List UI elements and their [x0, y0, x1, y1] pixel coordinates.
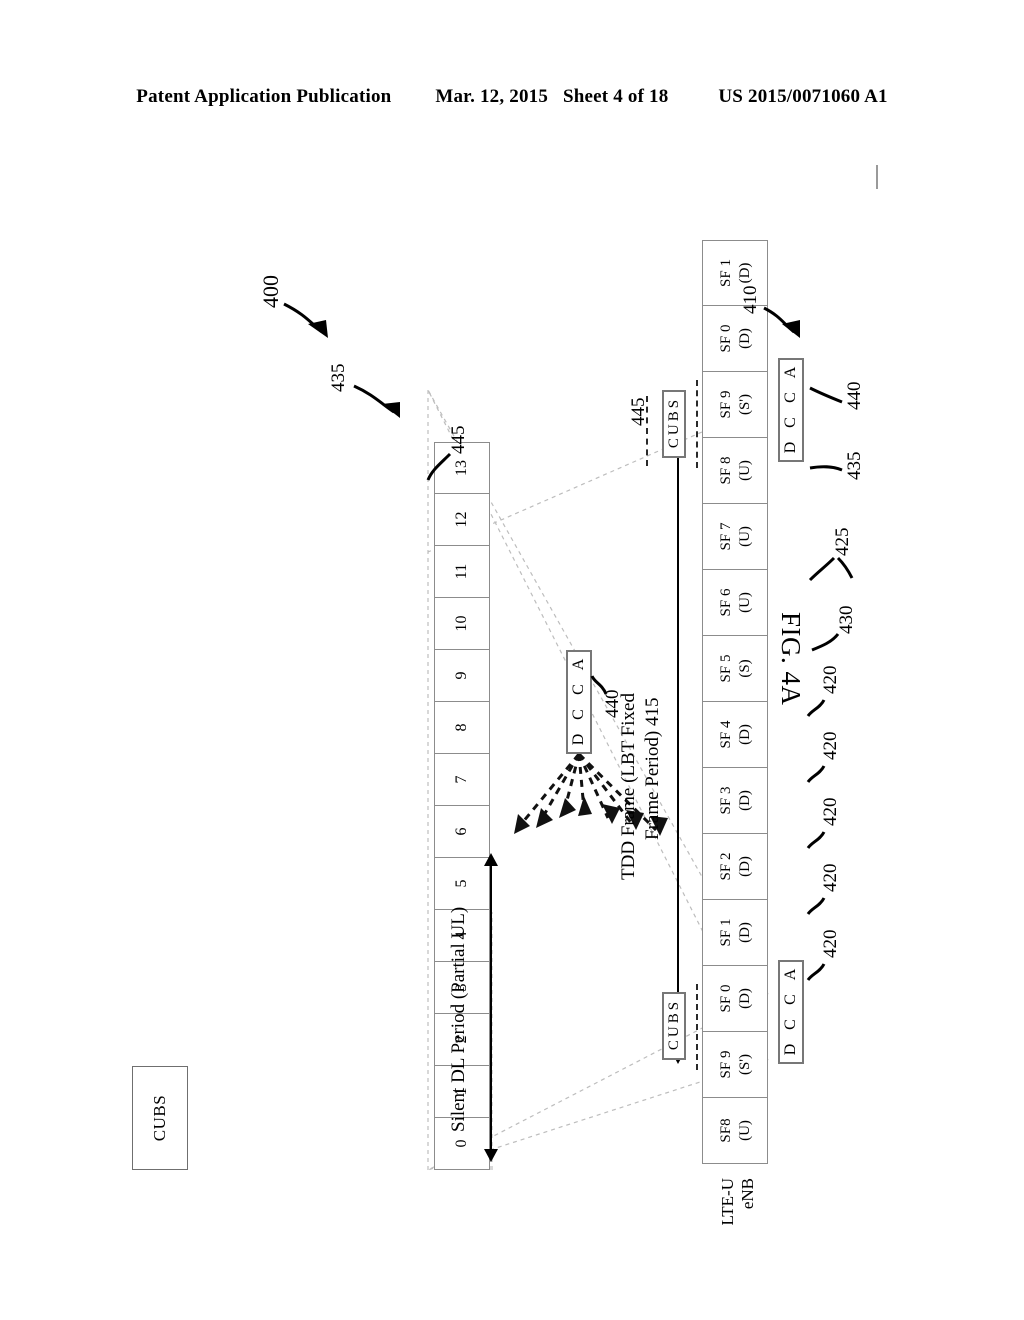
dcca-box-start: D C C A	[778, 960, 804, 1064]
dcca-cell-d[interactable]: D	[780, 1037, 802, 1062]
dcca-cell-c2[interactable]: C	[780, 385, 802, 410]
subframe-cell[interactable]: SF 9 (S')	[702, 372, 768, 438]
header-gap-1	[396, 86, 430, 108]
page-header: Patent Application Publication Mar. 12, …	[0, 86, 1024, 108]
subframe-cell[interactable]: SF 7 (U)	[702, 504, 768, 570]
symbol-cell[interactable]: 11	[434, 546, 490, 598]
cubs-small-start[interactable]: CUBS	[662, 992, 686, 1060]
header-gap-3	[673, 86, 713, 108]
node-label-line1: LTE-U	[718, 1178, 737, 1226]
subframe-name: SF 0	[718, 324, 734, 353]
ref-420-downlink: 420	[820, 731, 841, 761]
tdd-frame-label-line1: TDD Frame (LBT Fixed	[618, 693, 639, 880]
subframe-type: (S')	[736, 1053, 753, 1076]
ref-425-uplink: 425	[832, 527, 853, 557]
ref-420-downlink: 420	[820, 665, 841, 695]
dcca-cell-c2[interactable]: C	[568, 677, 590, 702]
dcca-cell-d[interactable]: D	[780, 435, 802, 460]
header-publication-label: Patent Application Publication	[136, 86, 392, 107]
symbol-cell[interactable]: 12	[434, 494, 490, 546]
subframe-cell[interactable]: SF 4 (D)	[702, 702, 768, 768]
dcca-cell-c1[interactable]: C	[780, 410, 802, 435]
dcca-cell-c1[interactable]: C	[568, 702, 590, 727]
dcca-expanded-box: D C C A	[566, 650, 592, 754]
dcca-cell-c1[interactable]: C	[780, 1012, 802, 1037]
ref-420-downlink: 420	[820, 797, 841, 827]
dcca-cell-a[interactable]: A	[780, 962, 802, 987]
subframe-name: SF8	[718, 1118, 734, 1143]
subframe-cell[interactable]: SF 1 (D)	[702, 900, 768, 966]
subframe-cell[interactable]: SF 5 (S)	[702, 636, 768, 702]
ref-420-downlink: 420	[820, 863, 841, 893]
subframe-type: (D)	[736, 790, 753, 811]
subframe-type: (D)	[736, 988, 753, 1009]
symbol-cell[interactable]: 7	[434, 754, 490, 806]
node-label: LTE-U eNB	[718, 1178, 757, 1258]
subframe-cell[interactable]: SF 6 (U)	[702, 570, 768, 636]
subframe-cell[interactable]: SF 9 (S')	[702, 1032, 768, 1098]
subframe-name: SF 9	[718, 390, 734, 419]
symbol-cell[interactable]: 8	[434, 702, 490, 754]
header-publication-number: US 2015/0071060 A1	[718, 86, 888, 107]
dcca-cell-c2[interactable]: C	[780, 987, 802, 1012]
subframe-type: (U)	[736, 526, 753, 547]
subframe-cell[interactable]: SF 0 (D)	[702, 306, 768, 372]
ref-445-cubs-small: 445	[628, 397, 649, 427]
cubs-small-end[interactable]: CUBS	[662, 390, 686, 458]
subframe-type: (D)	[736, 262, 753, 284]
subframe-name: SF 5	[718, 654, 734, 683]
ref-410-timeline: 410	[740, 285, 761, 315]
subframe-type: (U)	[736, 592, 753, 613]
dcca-cell-a[interactable]: A	[780, 360, 802, 385]
subframe-name: SF 0	[718, 984, 734, 1013]
subframe-type: (D)	[736, 922, 753, 943]
symbol-cell[interactable]: 10	[434, 598, 490, 650]
frame-boundary-start	[696, 984, 698, 1070]
subframe-cell[interactable]: SF 2 (D)	[702, 834, 768, 900]
header-date: Mar. 12, 2015	[435, 86, 549, 107]
subframe-name: SF 6	[718, 588, 734, 617]
node-label-line2: eNB	[737, 1178, 757, 1210]
header-sheet: Sheet 4 of 18	[562, 86, 669, 107]
figure-caption: FIG. 4A	[776, 612, 806, 706]
cubs-block[interactable]: CUBS	[132, 1066, 188, 1170]
subframe-name: SF 3	[718, 786, 734, 815]
subframe-cell[interactable]: SF8 (U)	[702, 1098, 768, 1164]
subframe-cell[interactable]: SF 3 (D)	[702, 768, 768, 834]
symbol-cell[interactable]: 6	[434, 806, 490, 858]
subframe-timeline: SF8 (U) SF 9 (S') SF 0 (D) SF 1 (D) SF 2…	[702, 240, 768, 1164]
subframe-type: (S')	[736, 393, 753, 416]
subframe-name: SF 9	[718, 1050, 734, 1079]
ref-445-cubs: 445	[448, 425, 469, 455]
subframe-type: (D)	[736, 328, 753, 349]
header-gap-2	[553, 86, 558, 108]
ref-440-dcca-timeline: 440	[844, 381, 865, 411]
subframe-cell[interactable]: SF 0 (D)	[702, 966, 768, 1032]
subframe-type: (D)	[736, 724, 753, 745]
subframe-type: (U)	[736, 460, 753, 481]
ref-435-cubs-timeline: 435	[844, 451, 865, 481]
ref-435-cubs-symbol: 435	[328, 363, 349, 393]
subframe-type: (D)	[736, 856, 753, 877]
subframe-name: SF 4	[718, 720, 734, 749]
ref-400-figure: 400	[258, 275, 283, 308]
subframe-type: (S)	[736, 659, 753, 678]
silent-dl-period-label: Silent DL Period (Partial UL)	[448, 906, 469, 1132]
frame-boundary-end	[696, 380, 698, 468]
ref-420-downlink: 420	[820, 929, 841, 959]
dcca-cell-a[interactable]: A	[568, 652, 590, 677]
subframe-cell[interactable]: SF 8 (U)	[702, 438, 768, 504]
subframe-name: SF 7	[718, 522, 734, 551]
symbol-cell[interactable]: 5	[434, 858, 490, 910]
symbol-cell[interactable]: 9	[434, 650, 490, 702]
dcca-box-end: D C C A	[778, 358, 804, 462]
subframe-name: SF 1	[718, 918, 734, 947]
ref-430-special: 430	[836, 605, 857, 635]
subframe-name: SF 1	[718, 259, 734, 287]
subframe-type: (U)	[736, 1120, 753, 1141]
subframe-name: SF 8	[718, 456, 734, 485]
dcca-cell-d[interactable]: D	[568, 727, 590, 752]
tdd-frame-label-line2: Frame Period) 415	[642, 697, 663, 840]
subframe-name: SF 2	[718, 852, 734, 881]
